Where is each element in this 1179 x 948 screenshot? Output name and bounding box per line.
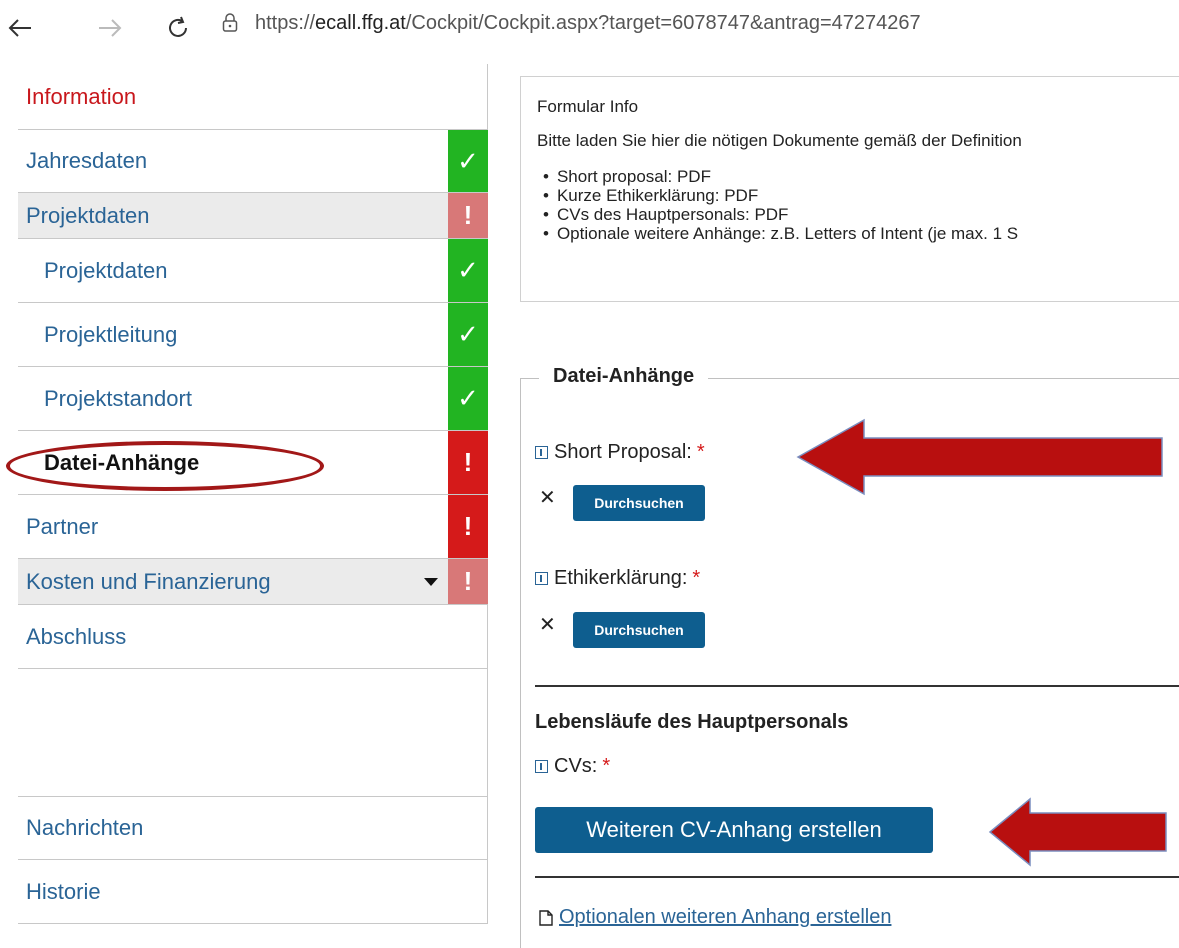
back-button[interactable]: [0, 8, 40, 48]
required-mark: *: [696, 441, 705, 463]
caret-down-icon[interactable]: [424, 578, 438, 586]
list-item: Short proposal: PDF: [537, 167, 1164, 186]
list-item: CVs des Hauptpersonals: PDF: [537, 205, 1164, 224]
info-icon[interactable]: [535, 446, 548, 459]
sidebar-heading[interactable]: Information: [18, 64, 488, 129]
info-icon[interactable]: [535, 572, 548, 585]
document-icon: [539, 909, 553, 926]
sidebar-item-projektleitung[interactable]: Projektleitung ✓: [18, 303, 488, 367]
sidebar-item-label: Jahresdaten: [26, 148, 148, 173]
ethics-browse-button[interactable]: Durchsuchen: [573, 612, 705, 648]
status-error-icon: !: [448, 431, 488, 494]
status-warning-icon: !: [448, 193, 488, 238]
sidebar-item-label: Projektstandort: [44, 385, 192, 411]
back-arrow-icon: [8, 19, 31, 37]
list-item: Kurze Ethikerklärung: PDF: [537, 186, 1164, 205]
sidebar-item-label: Partner: [26, 513, 99, 539]
cv-text: CVs:: [554, 755, 598, 777]
sidebar-item-label: Projektleitung: [44, 321, 178, 347]
url-host: ecall.ffg.at: [315, 12, 406, 34]
sidebar-item-historie[interactable]: Historie: [18, 860, 488, 924]
sidebar-item-projektstandort[interactable]: Projektstandort ✓: [18, 367, 488, 431]
annotation-arrow-icon: [988, 797, 1167, 867]
browser-toolbar: https://ecall.ffg.at/Cockpit/Cockpit.asp…: [0, 0, 1179, 56]
add-cv-button[interactable]: Weiteren CV-Anhang erstellen: [535, 807, 933, 853]
forward-button[interactable]: [90, 8, 130, 48]
required-mark: *: [692, 567, 701, 589]
info-title: Formular Info: [537, 97, 639, 116]
required-mark: *: [602, 755, 611, 777]
optional-link-text: Optionalen weiteren Anhang erstellen: [559, 906, 892, 928]
sidebar-item-nachrichten[interactable]: Nachrichten: [18, 796, 488, 860]
sidebar-item-label: Kosten und Finanzierung: [26, 568, 271, 594]
ethics-label: Ethikerklärung: *: [535, 567, 700, 590]
cv-label: CVs: *: [535, 755, 610, 778]
address-bar[interactable]: https://ecall.ffg.at/Cockpit/Cockpit.asp…: [255, 12, 921, 35]
short-proposal-browse-button[interactable]: Durchsuchen: [573, 485, 705, 521]
ethics-text: Ethikerklärung:: [554, 567, 688, 589]
url-path: /Cockpit/Cockpit.aspx?target=6078747&ant…: [405, 12, 921, 34]
info-icon[interactable]: [535, 760, 548, 773]
sidebar-item-label: Nachrichten: [26, 815, 144, 840]
short-proposal-text: Short Proposal:: [554, 441, 692, 463]
sidebar-item-jahresdaten[interactable]: Jahresdaten ✓: [18, 129, 488, 193]
sidebar-item-kosten[interactable]: Kosten und Finanzierung !: [18, 559, 488, 605]
sidebar-item-projektdaten-group[interactable]: Projektdaten !: [18, 193, 488, 239]
sidebar-item-partner[interactable]: Partner !: [18, 495, 488, 559]
status-ok-icon: ✓: [448, 130, 488, 192]
status-warning-icon: !: [448, 559, 488, 604]
url-prefix: https://: [255, 12, 316, 34]
lock-icon: [222, 13, 238, 32]
forward-arrow-icon: [99, 19, 122, 37]
form-info-box: Formular Info Bitte laden Sie hier die n…: [520, 76, 1179, 302]
sidebar-item-label: Abschluss: [26, 623, 127, 649]
reload-icon: [169, 16, 187, 37]
short-proposal-label: Short Proposal: *: [535, 441, 705, 464]
sidebar-item-abschluss[interactable]: Abschluss: [18, 605, 488, 669]
remove-icon[interactable]: ✕: [539, 612, 556, 637]
info-text: Bitte laden Sie hier die nötigen Dokumen…: [537, 131, 1022, 150]
attachments-legend: Datei-Anhänge: [539, 365, 709, 388]
annotation-arrow-icon: [796, 418, 1163, 496]
sidebar-item-projektdaten[interactable]: Projektdaten ✓: [18, 239, 488, 303]
add-optional-attachment-link[interactable]: Optionalen weiteren Anhang erstellen: [539, 906, 891, 929]
status-ok-icon: ✓: [448, 239, 488, 302]
status-error-icon: !: [448, 495, 488, 558]
reload-button[interactable]: [158, 8, 198, 48]
status-ok-icon: ✓: [448, 367, 488, 430]
info-list: Short proposal: PDF Kurze Ethikerklärung…: [537, 167, 1164, 243]
sidebar: Information Jahresdaten ✓ Projektdaten !…: [18, 64, 488, 924]
divider: [535, 876, 1179, 878]
cv-section-title: Lebensläufe des Hauptpersonals: [535, 711, 849, 733]
highlight-oval: [6, 441, 324, 491]
list-item: Optionale weitere Anhänge: z.B. Letters …: [537, 224, 1164, 243]
remove-icon[interactable]: ✕: [539, 485, 556, 510]
sidebar-item-label: Projektdaten: [26, 202, 150, 228]
sidebar-item-label: Historie: [26, 878, 101, 904]
divider: [535, 685, 1179, 687]
sidebar-item-label: Projektdaten: [44, 257, 168, 283]
status-ok-icon: ✓: [448, 303, 488, 366]
